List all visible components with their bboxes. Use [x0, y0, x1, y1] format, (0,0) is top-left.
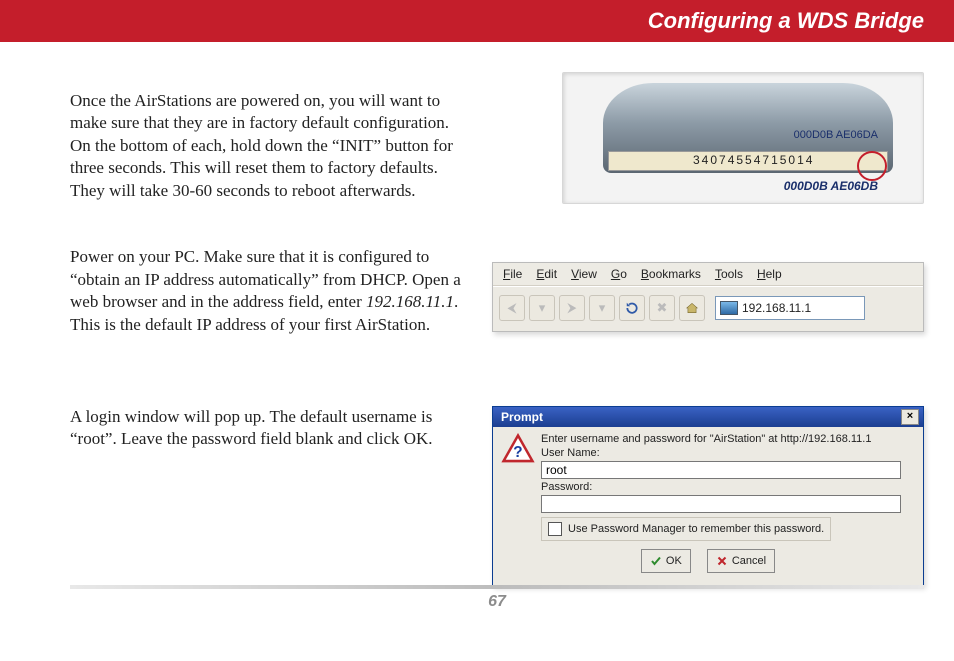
home-button[interactable]: [679, 295, 705, 321]
forward-button[interactable]: ⮞: [559, 295, 585, 321]
ok-label: OK: [666, 555, 682, 567]
device-photo: 000D0B AE06DA 34074554715014 000D0B AE06…: [562, 72, 924, 204]
question-icon: ?: [501, 433, 535, 467]
dialog-message: Enter username and password for "AirStat…: [541, 433, 915, 445]
paragraph-3: A login window will pop up. The default …: [70, 406, 470, 451]
device-serial: 34074554715014: [693, 153, 814, 167]
remember-checkbox[interactable]: [548, 522, 562, 536]
device-mac-2: 000D0B AE06DB: [784, 179, 878, 193]
remember-password-row[interactable]: Use Password Manager to remember this pa…: [541, 517, 831, 541]
browser-toolbar: ⮜ ▾ ⮞ ▾ ✖ 192.168.11.1: [493, 286, 923, 329]
cancel-x-icon: [716, 555, 728, 567]
username-label: User Name:: [541, 447, 915, 459]
username-input[interactable]: [541, 461, 901, 479]
menu-help[interactable]: Help: [757, 267, 782, 281]
default-ip: 192.168.11.1: [366, 292, 454, 311]
address-bar[interactable]: 192.168.11.1: [715, 296, 865, 320]
paragraph-2: Power on your PC. Make sure that it is c…: [70, 246, 470, 336]
menu-tools[interactable]: Tools: [715, 267, 743, 281]
home-icon: [685, 301, 699, 315]
back-button[interactable]: ⮜: [499, 295, 525, 321]
ok-check-icon: [650, 555, 662, 567]
stop-button[interactable]: ✖: [649, 295, 675, 321]
footer-rule: [70, 585, 924, 589]
remember-label: Use Password Manager to remember this pa…: [568, 523, 824, 535]
password-label: Password:: [541, 481, 915, 493]
menu-file[interactable]: FFileile: [503, 267, 522, 281]
cancel-button[interactable]: Cancel: [707, 549, 775, 573]
reload-button[interactable]: [619, 295, 645, 321]
dialog-close-button[interactable]: ×: [901, 409, 919, 425]
browser-menubar: FFileile Edit View Go Bookmarks Tools He…: [493, 263, 923, 286]
body-text-column: Once the AirStations are powered on, you…: [70, 90, 470, 451]
svg-text:?: ?: [513, 444, 522, 461]
forward-dropdown[interactable]: ▾: [589, 295, 615, 321]
page-number: 67: [70, 593, 924, 611]
reload-icon: [625, 301, 639, 315]
device-mac-1: 000D0B AE06DA: [794, 129, 878, 141]
address-text: 192.168.11.1: [742, 301, 811, 315]
dialog-buttons: OK Cancel: [501, 543, 915, 581]
menu-go[interactable]: Go: [611, 267, 627, 281]
menu-edit[interactable]: Edit: [536, 267, 557, 281]
menu-view[interactable]: View: [571, 267, 597, 281]
init-button-highlight-icon: [857, 151, 887, 181]
password-input[interactable]: [541, 495, 901, 513]
browser-window: FFileile Edit View Go Bookmarks Tools He…: [492, 262, 924, 332]
dialog-body: ? Enter username and password for "AirSt…: [493, 427, 923, 585]
dialog-title-text: Prompt: [501, 410, 543, 424]
cancel-label: Cancel: [732, 555, 766, 567]
page-header: Configuring a WDS Bridge: [0, 0, 954, 42]
back-dropdown[interactable]: ▾: [529, 295, 555, 321]
page-body: Once the AirStations are powered on, you…: [0, 42, 954, 629]
menu-bookmarks[interactable]: Bookmarks: [641, 267, 701, 281]
page-title: Configuring a WDS Bridge: [648, 8, 924, 34]
dialog-titlebar: Prompt ×: [493, 407, 923, 427]
login-dialog: Prompt × ? Enter username and password f…: [492, 406, 924, 586]
paragraph-1: Once the AirStations are powered on, you…: [70, 90, 470, 202]
page-footer: 67: [70, 585, 924, 611]
ok-button[interactable]: OK: [641, 549, 691, 573]
site-favicon-icon: [720, 301, 738, 315]
